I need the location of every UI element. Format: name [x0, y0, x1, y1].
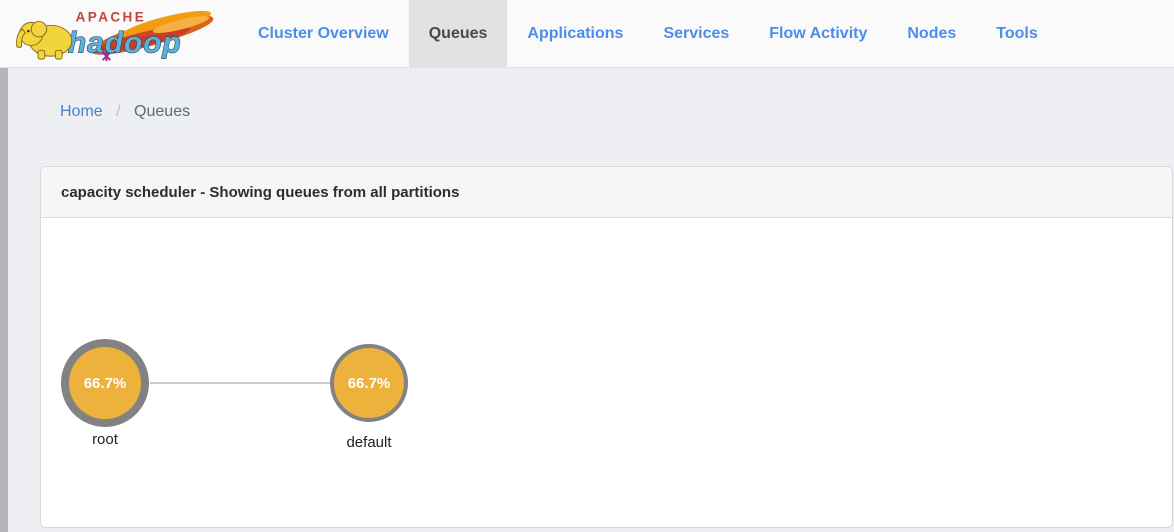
panel-title: capacity scheduler - Showing queues from… — [41, 167, 1172, 218]
nav-item-queues[interactable]: Queues — [409, 0, 508, 67]
logo-hadoop-text: hadoop — [68, 26, 182, 59]
yarn-ui-screen: APACHE hadoop Cluster Overview Queues Ap… — [0, 0, 1174, 532]
nav-item-services[interactable]: Services — [643, 0, 749, 67]
nav-item-nodes[interactable]: Nodes — [887, 0, 976, 67]
nav-item-cluster-overview[interactable]: Cluster Overview — [238, 0, 409, 67]
queue-edge-root-default — [150, 382, 330, 384]
top-navbar: APACHE hadoop Cluster Overview Queues Ap… — [0, 0, 1174, 68]
nav-item-flow-activity[interactable]: Flow Activity — [749, 0, 887, 67]
hadoop-logo[interactable]: APACHE hadoop — [0, 0, 238, 67]
nav-items: Cluster Overview Queues Applications Ser… — [238, 0, 1058, 67]
queue-default-label: default — [309, 434, 429, 451]
queue-default-usage: 66.7% — [348, 375, 391, 392]
breadcrumb-home-link[interactable]: Home — [60, 103, 103, 120]
breadcrumb-separator: / — [116, 103, 120, 120]
queue-root-usage: 66.7% — [84, 375, 127, 392]
queue-root-label: root — [45, 431, 165, 448]
capacity-scheduler-panel: capacity scheduler - Showing queues from… — [40, 166, 1173, 528]
nav-item-tools[interactable]: Tools — [976, 0, 1057, 67]
breadcrumb: Home / Queues — [60, 103, 190, 121]
queue-node-default[interactable]: 66.7% — [330, 344, 408, 422]
queue-graph-canvas: 66.7% root 66.7% default — [41, 218, 1172, 527]
nav-item-applications[interactable]: Applications — [507, 0, 643, 67]
queue-node-root[interactable]: 66.7% — [61, 339, 149, 427]
left-edge-strip — [0, 68, 8, 532]
breadcrumb-current: Queues — [134, 103, 190, 120]
elephant-icon — [17, 21, 72, 59]
hadoop-logo-icon: APACHE hadoop — [10, 4, 232, 64]
logo-apache-text: APACHE — [76, 9, 146, 24]
